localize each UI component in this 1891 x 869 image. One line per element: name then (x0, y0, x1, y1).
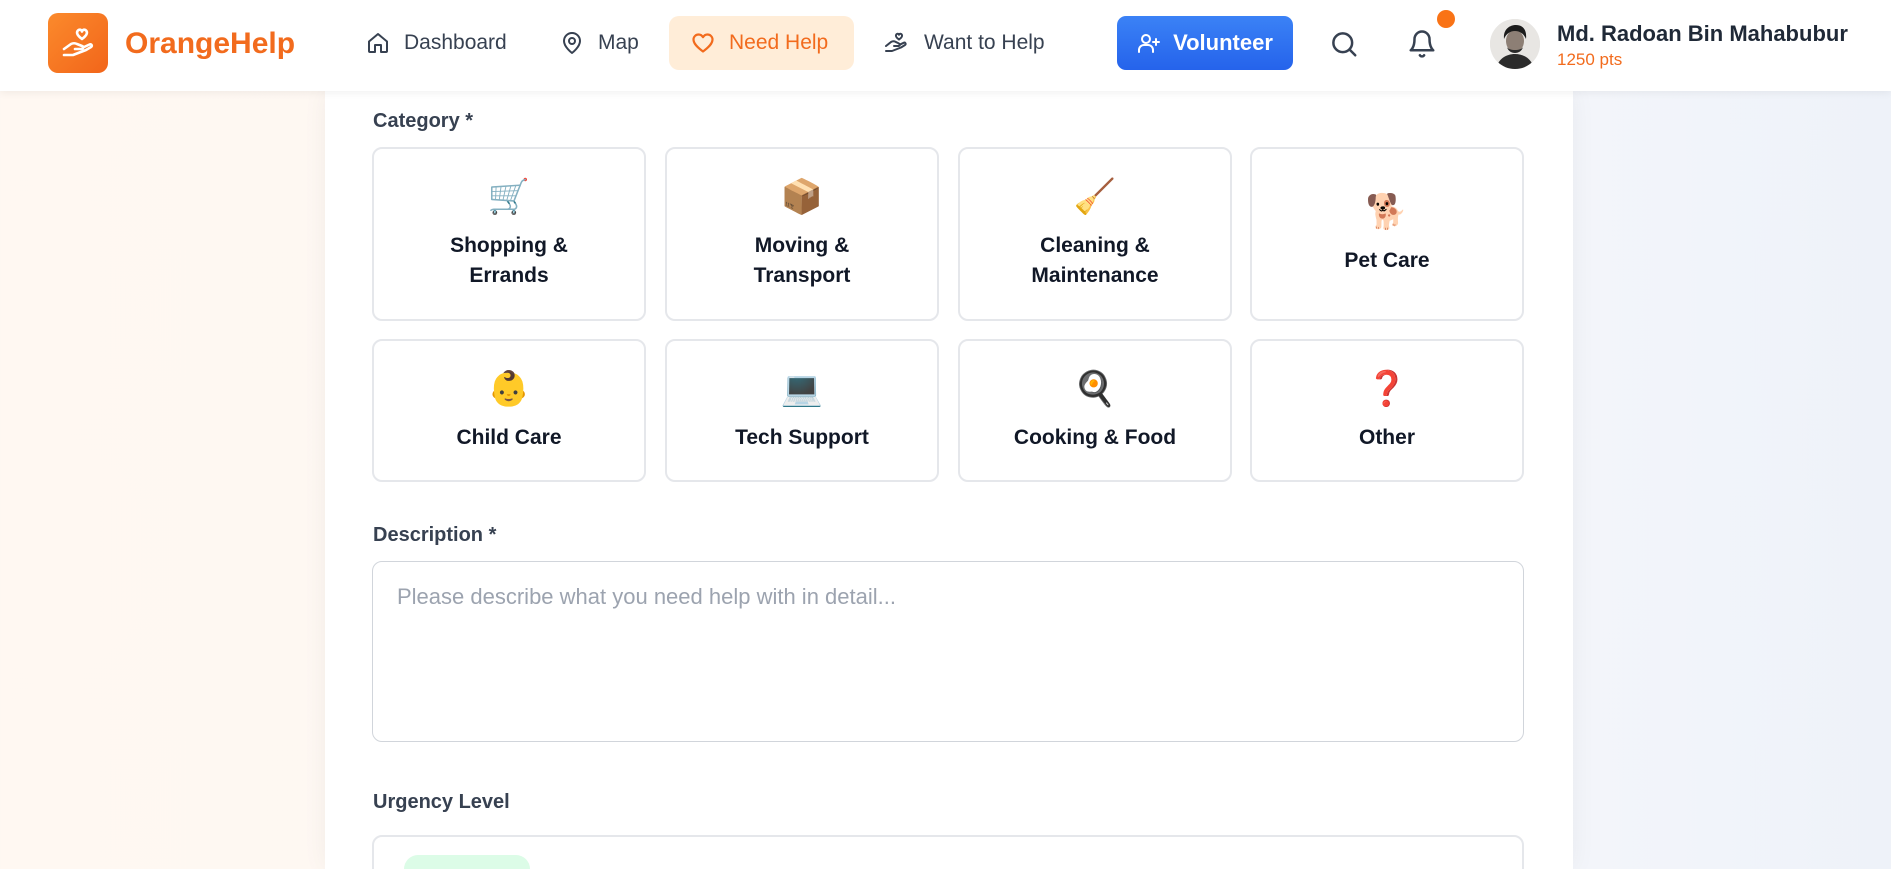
logo-icon[interactable] (48, 13, 108, 73)
shopping-cart-icon: 🛒 (487, 178, 531, 216)
category-label-text: Tech Support (735, 425, 869, 449)
nav-dashboard-label: Dashboard (404, 31, 507, 54)
nav-want-to-help-label: Want to Help (924, 31, 1045, 54)
category-label-text: Cleaning & Maintenance (1031, 234, 1159, 287)
nav-map[interactable]: Map (538, 16, 661, 70)
broom-icon: 🧹 (1073, 178, 1117, 216)
top-navbar: OrangeHelp Dashboard Map Need Help Want … (0, 0, 1891, 91)
frying-pan-icon: 🍳 (1073, 369, 1117, 408)
category-label-text: Other (1358, 425, 1415, 449)
nav-need-help[interactable]: Need Help (669, 16, 854, 70)
user-name[interactable]: Md. Radoan Bin Mahabubur (1557, 21, 1848, 47)
bell-icon (1409, 30, 1435, 58)
nav-want-to-help[interactable]: Want to Help (862, 16, 1067, 70)
urgency-option-chip[interactable] (404, 855, 530, 869)
category-label: Category * (373, 110, 474, 132)
category-shopping-errands[interactable]: 🛒 Shopping & Errands (372, 147, 646, 321)
description-textarea[interactable] (372, 561, 1524, 742)
category-cooking-food[interactable]: 🍳 Cooking & Food (958, 339, 1232, 482)
notification-dot (1437, 10, 1455, 28)
heart-icon (692, 33, 714, 53)
category-cleaning-maintenance[interactable]: 🧹 Cleaning & Maintenance (958, 147, 1232, 321)
helping-hand-icon (885, 32, 907, 52)
nav-map-label: Map (598, 31, 639, 54)
baby-icon: 👶 (487, 369, 531, 408)
home-icon (368, 33, 388, 53)
category-label-text: Shopping & Errands (450, 234, 568, 287)
category-label-text: Child Care (456, 425, 562, 449)
map-pin-icon (563, 32, 581, 54)
description-label: Description * (373, 524, 497, 546)
search-button[interactable] (1324, 24, 1364, 64)
question-mark-icon: ❓ (1365, 369, 1409, 408)
search-icon (1332, 32, 1357, 57)
category-moving-transport[interactable]: 📦 Moving & Transport (665, 147, 939, 321)
notifications-button[interactable] (1402, 24, 1442, 64)
category-label-text: Cooking & Food (1013, 425, 1177, 449)
urgency-level-selector[interactable] (372, 835, 1524, 869)
dog-icon: 🐕 (1365, 193, 1409, 231)
app-name[interactable]: OrangeHelp (125, 27, 295, 61)
category-label-text: Moving & Transport (753, 234, 851, 287)
volunteer-button-label: Volunteer (1173, 30, 1273, 55)
category-pet-care[interactable]: 🐕 Pet Care (1250, 147, 1524, 321)
nav-need-help-label: Need Help (729, 31, 829, 54)
laptop-icon: 💻 (780, 369, 824, 408)
category-child-care[interactable]: 👶 Child Care (372, 339, 646, 482)
category-other[interactable]: ❓ Other (1250, 339, 1524, 482)
avatar[interactable] (1490, 19, 1540, 69)
help-request-form: Category * 🛒 Shopping & Errands 📦 Moving… (325, 91, 1573, 869)
category-tech-support[interactable]: 💻 Tech Support (665, 339, 939, 482)
nav-dashboard[interactable]: Dashboard (344, 16, 529, 70)
package-icon: 📦 (780, 178, 824, 216)
volunteer-button[interactable]: Volunteer (1117, 16, 1293, 70)
urgency-level-label: Urgency Level (373, 791, 510, 813)
user-points: 1250 pts (1557, 50, 1623, 69)
user-plus-icon (1138, 34, 1161, 53)
category-label-text: Pet Care (1344, 249, 1430, 272)
